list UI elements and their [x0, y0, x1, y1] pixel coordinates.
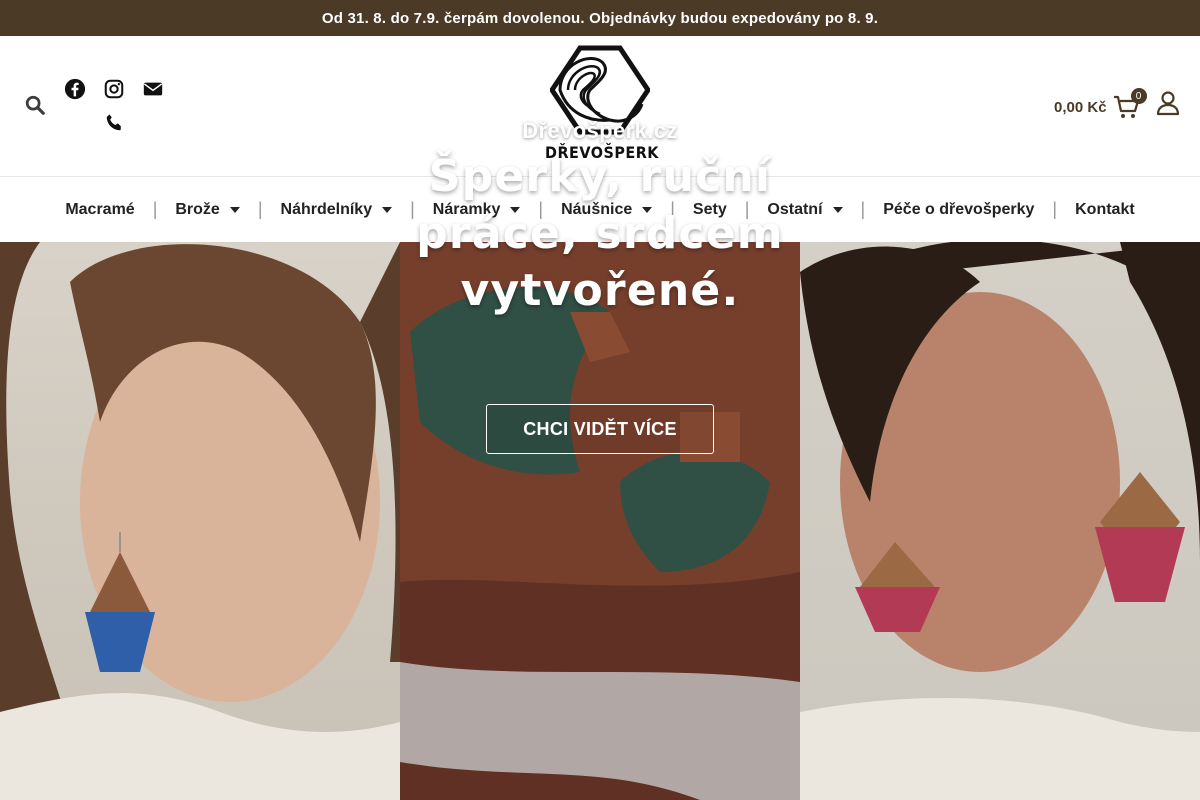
phone-icon[interactable]: [103, 112, 125, 134]
envelope-icon[interactable]: [142, 78, 164, 100]
nav-item-label: Brože: [175, 200, 220, 218]
instagram-icon[interactable]: [103, 78, 125, 100]
hero-overlay: [400, 242, 800, 800]
hero-eyebrow: Dřevošperk.cz: [522, 118, 678, 143]
cart-button[interactable]: 0,00 Kč 0: [1054, 88, 1147, 120]
nav-item-kontakt[interactable]: Kontakt: [1069, 201, 1141, 219]
user-icon[interactable]: [1156, 90, 1180, 116]
nav-item-label: Macramé: [65, 200, 135, 218]
facebook-icon[interactable]: [64, 78, 86, 100]
search-icon[interactable]: [24, 94, 48, 118]
hero-image-right: [800, 242, 1200, 800]
hero-cta-button[interactable]: CHCI VIDĚT VÍCE: [486, 404, 714, 454]
announcement-text: Od 31. 8. do 7.9. čerpám dovolenou. Obje…: [321, 9, 879, 27]
hero-image-left: [0, 242, 400, 800]
nav-item-nahrdelniky[interactable]: Náhrdelníky: [275, 201, 399, 219]
hero-title: Šperky, ruční práce, srdcem vytvořené.: [416, 151, 784, 316]
caret-down-icon: [382, 206, 393, 213]
cart-amount: 0,00 Kč: [1054, 98, 1107, 116]
nav-item-label: Kontakt: [1075, 200, 1135, 218]
nav-separator: |: [152, 199, 158, 219]
caret-down-icon: [229, 206, 240, 213]
nav-item-macrame[interactable]: Macramé: [59, 201, 140, 219]
cart-count-badge: 0: [1130, 88, 1147, 104]
nav-item-label: Náhrdelníky: [280, 200, 373, 218]
hero-text-block: Dřevošperk.cz Šperky, ruční práce, srdce…: [400, 118, 800, 319]
nav-separator: |: [860, 199, 866, 219]
nav-item-pece[interactable]: Péče o dřevošperky: [877, 201, 1040, 219]
announcement-bar: Od 31. 8. do 7.9. čerpám dovolenou. Obje…: [0, 0, 1200, 36]
caret-down-icon: [832, 206, 843, 213]
shopping-cart-icon: 0: [1113, 88, 1147, 120]
nav-separator: |: [257, 199, 263, 219]
nav-separator: |: [1052, 199, 1058, 219]
hero-section: [0, 242, 1200, 800]
nav-item-label: Péče o dřevošperky: [883, 200, 1035, 218]
nav-item-broze[interactable]: Brože: [169, 201, 245, 219]
